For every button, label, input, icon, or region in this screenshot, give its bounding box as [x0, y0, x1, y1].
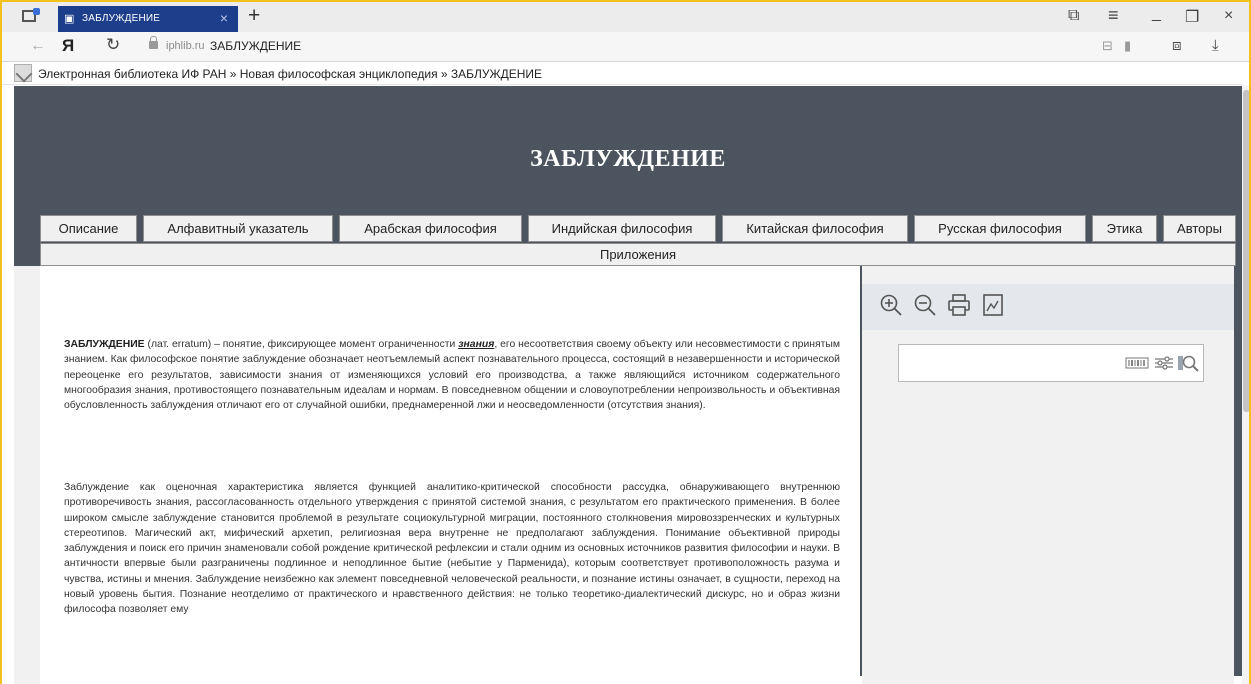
tab-favicon-icon: ▣ [64, 13, 75, 25]
tools-bar [862, 284, 1234, 330]
bookmarks-icon[interactable]: ⧉ [1068, 7, 1079, 25]
breadcrumb: Электронная библиотека ИФ РАН » Новая фи… [2, 63, 1242, 85]
nav-item-russian-philosophy[interactable]: Русская философия [914, 215, 1086, 242]
url-page-title[interactable]: ЗАБЛУЖДЕНИЕ [210, 39, 301, 53]
article-paragraph: ЗАБЛУЖДЕНИЕ (лат. erratum) – понятие, фи… [64, 337, 840, 413]
new-tab-icon[interactable]: + [248, 4, 260, 28]
close-window-icon[interactable]: × [1224, 7, 1233, 25]
nav-item-chinese-philosophy[interactable]: Китайская философия [722, 215, 908, 242]
page-scrollbar[interactable] [1242, 86, 1249, 684]
yandex-logo-icon[interactable]: Я [62, 36, 74, 56]
lock-icon[interactable] [149, 36, 158, 49]
filter-settings-icon[interactable] [1153, 353, 1175, 373]
minimize-icon[interactable]: _ [1152, 5, 1161, 23]
browser-window: ▣ ЗАБЛУЖДЕНИЕ × + ⧉ ≡ _ ❐ × ← Я ↻ iphlib… [0, 0, 1251, 684]
nav-item-indian-philosophy[interactable]: Индийская философия [528, 215, 716, 242]
article-text: (лат. erratum) – понятие, фиксирующее мо… [144, 339, 459, 350]
back-icon[interactable]: ← [30, 37, 46, 55]
print-icon[interactable] [946, 292, 972, 318]
zoom-in-icon[interactable] [878, 292, 904, 318]
article-paragraph: Заблуждение как оценочная характеристика… [64, 482, 840, 616]
nav-item-alphabetical-index[interactable]: Алфавитный указатель [143, 215, 333, 242]
protect-icon[interactable]: ⧈ [1172, 37, 1182, 54]
page-title: ЗАБЛУЖДЕНИЕ [530, 146, 726, 172]
article-term: ЗАБЛУЖДЕНИЕ [64, 339, 145, 350]
search-icon[interactable] [1177, 353, 1199, 373]
nav-item-appendices[interactable]: Приложения [40, 243, 1236, 266]
browser-tab[interactable]: ▣ ЗАБЛУЖДЕНИЕ × [58, 6, 238, 32]
downloads-icon[interactable]: ⤓ [1212, 37, 1219, 54]
nav-item-arabic-philosophy[interactable]: Арабская философия [339, 215, 522, 242]
bookmark-icon[interactable]: ▮ [1124, 38, 1131, 54]
left-margin [14, 266, 40, 684]
breadcrumb-text[interactable]: Электронная библиотека ИФ РАН » Новая фи… [38, 67, 542, 81]
nav-item-description[interactable]: Описание [40, 215, 137, 242]
library-logo-icon[interactable] [14, 64, 32, 82]
zoom-out-icon[interactable] [912, 292, 938, 318]
search-input[interactable] [898, 344, 1204, 382]
tab-title: ЗАБЛУЖДЕНИЕ [82, 13, 161, 24]
menu-icon[interactable]: ≡ [1108, 5, 1119, 26]
article-content: ЗАБЛУЖДЕНИЕ (лат. erratum) – понятие, фи… [40, 266, 860, 684]
nav-item-authors[interactable]: Авторы [1163, 215, 1236, 242]
article-link-knowledge[interactable]: знания [458, 339, 494, 350]
sidebar [862, 266, 1234, 684]
reload-icon[interactable]: ↻ [106, 35, 120, 55]
tabs-overview-icon[interactable] [22, 8, 42, 25]
tab-close-icon[interactable]: × [220, 10, 228, 26]
barcode-icon[interactable] [1125, 353, 1149, 373]
export-icon[interactable] [980, 292, 1006, 318]
scrollbar-thumb[interactable] [1243, 90, 1249, 412]
restore-icon[interactable]: ❐ [1185, 7, 1199, 27]
url-host[interactable]: iphlib.ru [166, 40, 205, 52]
nav-item-ethics[interactable]: Этика [1092, 215, 1157, 242]
reader-mode-icon[interactable]: ⊟ [1102, 38, 1113, 54]
tab-strip: ▣ ЗАБЛУЖДЕНИЕ × + ⧉ ≡ _ ❐ × [2, 2, 1249, 32]
address-bar: ← Я ↻ iphlib.ru ЗАБЛУЖДЕНИЕ ⊟ ▮ ⧈ ⤓ [2, 32, 1249, 62]
